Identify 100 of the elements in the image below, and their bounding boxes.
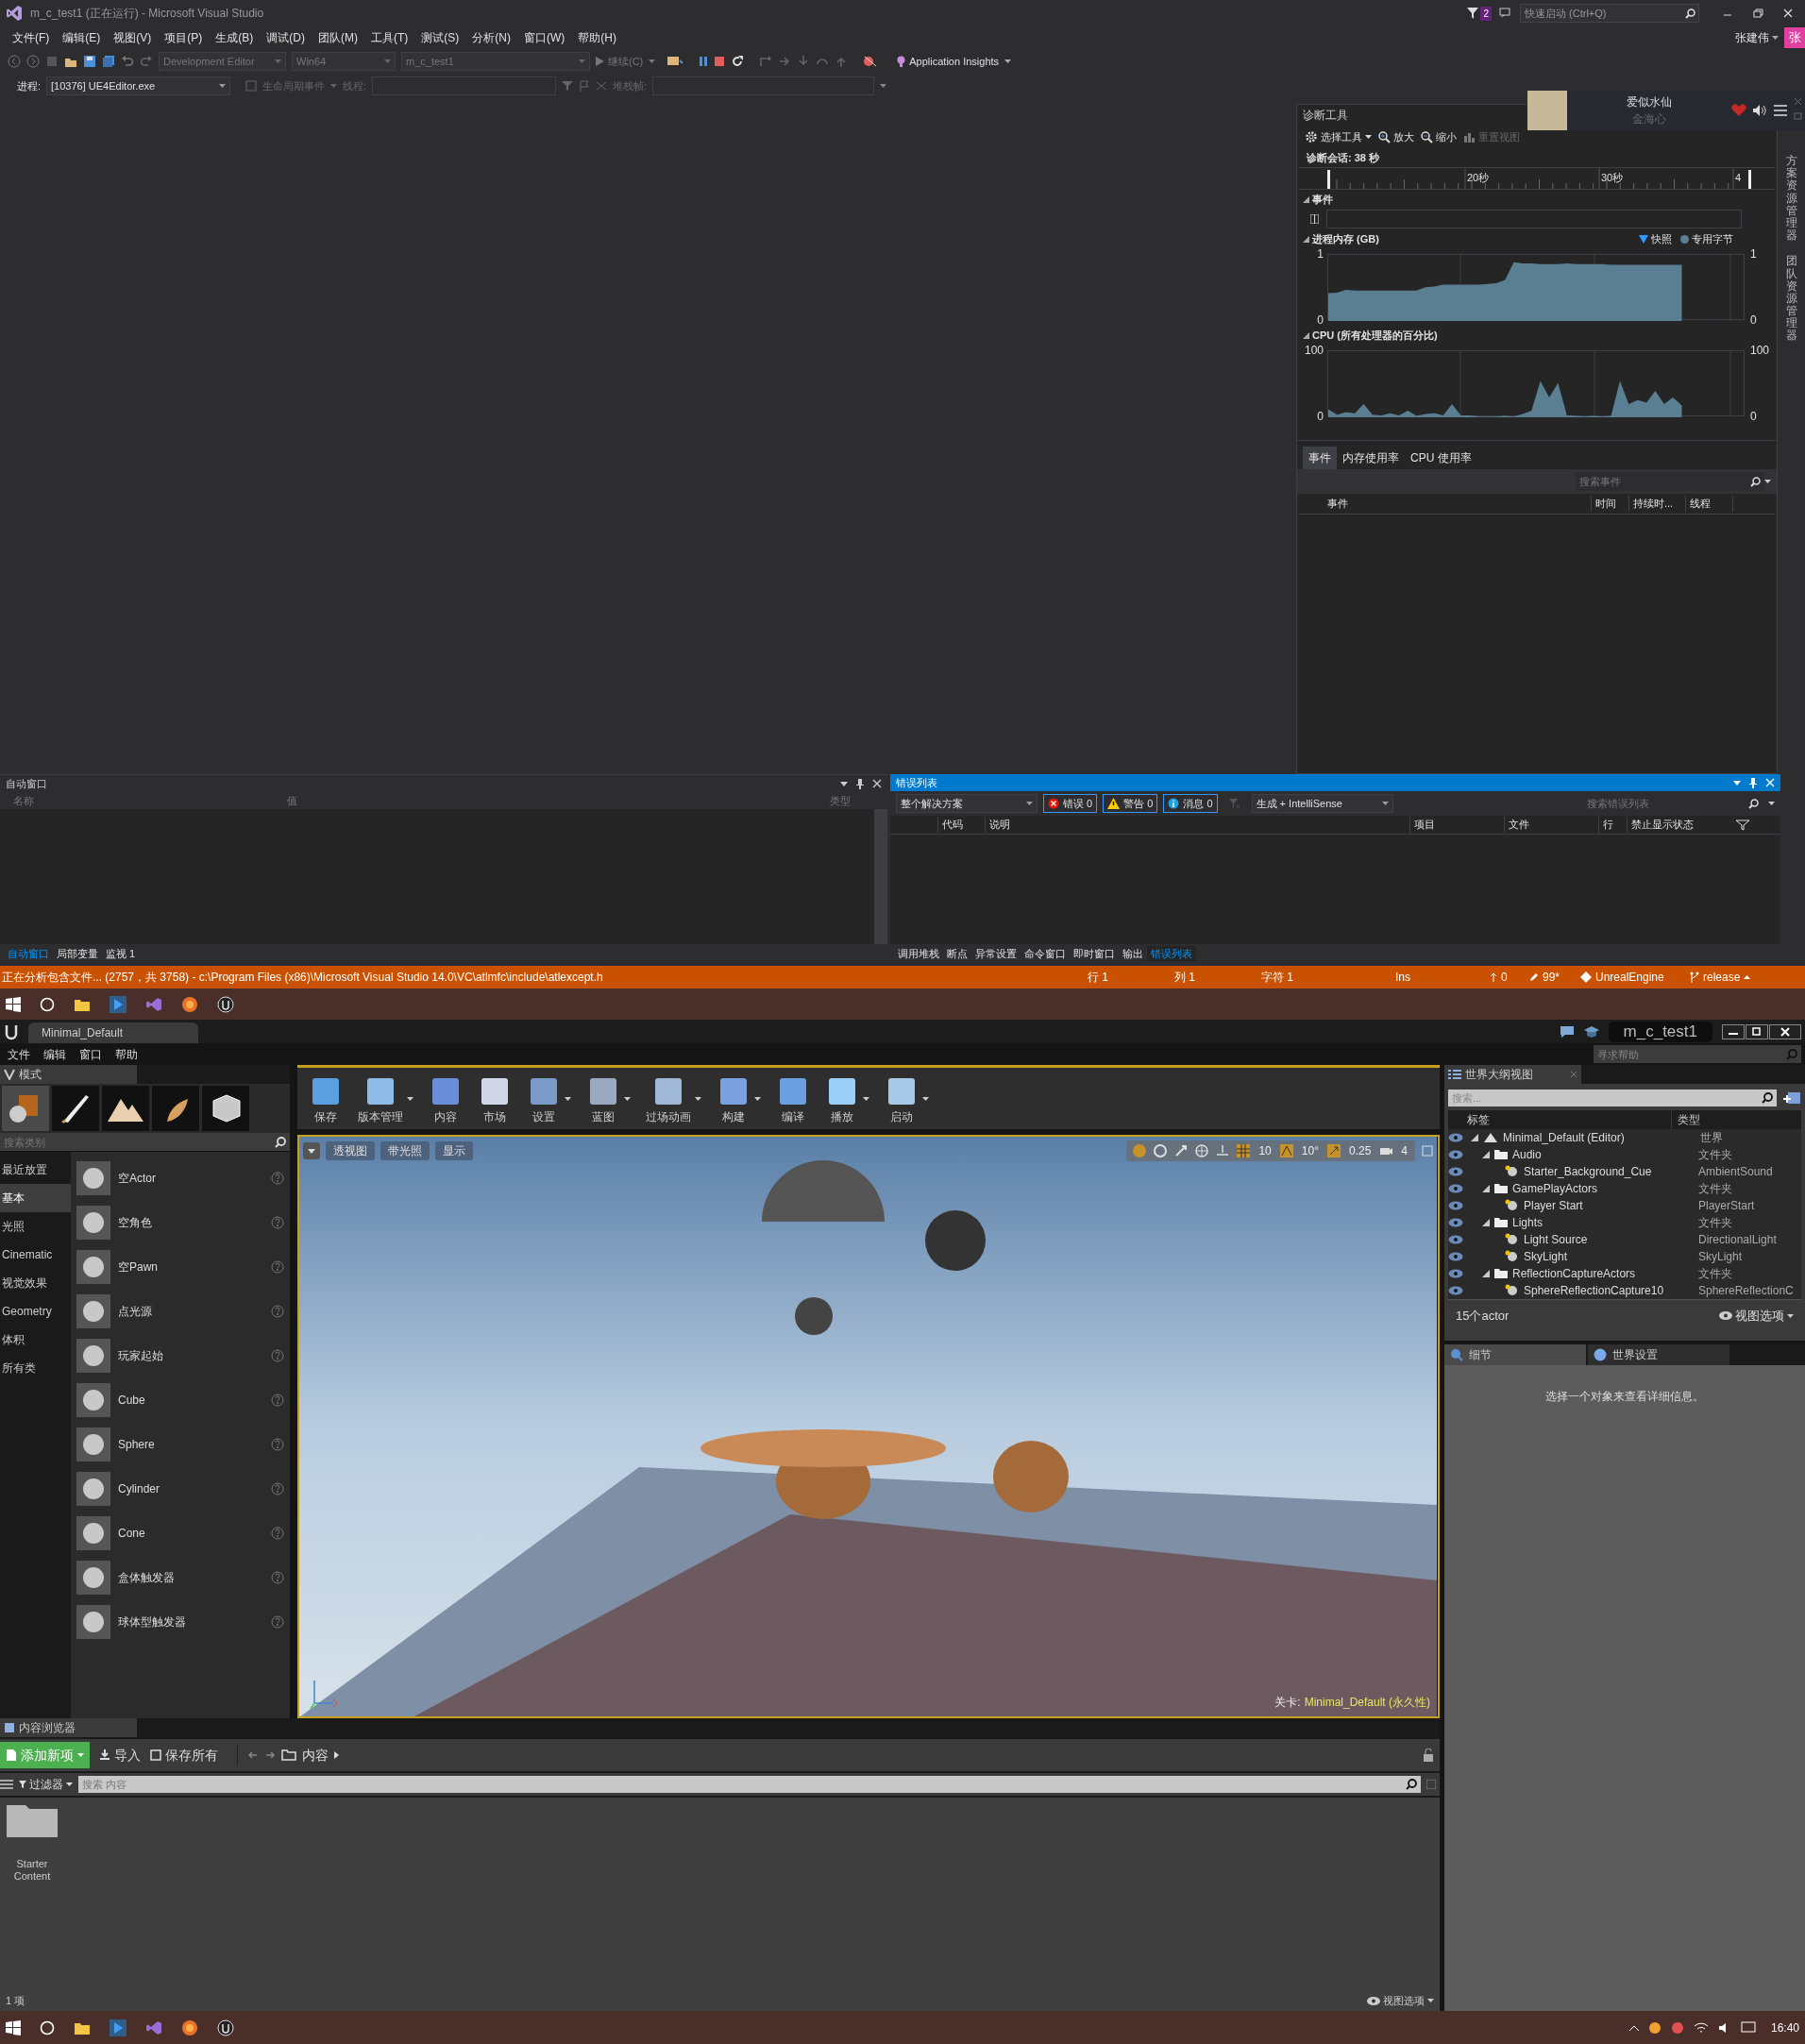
vs-logo-icon[interactable]: [145, 996, 162, 1012]
category-tab[interactable]: 所有类: [0, 1354, 71, 1382]
tray-app-icon[interactable]: [1647, 2020, 1662, 2035]
save-all-icon[interactable]: [102, 55, 115, 68]
menu-item[interactable]: 生成(B): [209, 29, 261, 46]
snap-value[interactable]: 10°: [1299, 1142, 1321, 1159]
place-mode-icon[interactable]: [2, 1086, 49, 1131]
visibility-eye-icon[interactable]: [1448, 1252, 1463, 1261]
globe-icon[interactable]: [1194, 1143, 1210, 1158]
placeable-item[interactable]: 点光源: [71, 1289, 290, 1333]
help-icon[interactable]: [271, 1348, 284, 1362]
quick-launch-field[interactable]: 快速启动 (Ctrl+Q): [1520, 4, 1699, 23]
process-dropdown[interactable]: [10376] UE4Editor.exe: [46, 76, 231, 95]
category-tab[interactable]: 最近放置: [0, 1156, 71, 1184]
placeable-item[interactable]: 空角色: [71, 1200, 290, 1244]
sources-panel-icon[interactable]: [0, 1779, 13, 1790]
placeable-item[interactable]: Cone: [71, 1511, 290, 1555]
visibility-eye-icon[interactable]: [1448, 1218, 1463, 1227]
outliner-item-label[interactable]: Lights: [1512, 1214, 1695, 1231]
visibility-eye-icon[interactable]: [1448, 1286, 1463, 1295]
add-folder-icon[interactable]: [1782, 1090, 1801, 1106]
column-header[interactable]: 项目: [1409, 817, 1504, 833]
outliner-item-label[interactable]: GamePlayActors: [1512, 1180, 1695, 1197]
column-header[interactable]: 标签: [1448, 1111, 1672, 1128]
column-header[interactable]: 禁止显示状态: [1627, 817, 1730, 833]
help-icon[interactable]: [271, 1614, 284, 1629]
tab[interactable]: 自动窗口: [4, 945, 53, 962]
toolbar-button[interactable]: 蓝图: [579, 1070, 638, 1127]
import-button[interactable]: 导入: [99, 1745, 141, 1765]
placeable-item[interactable]: Sphere: [71, 1422, 290, 1466]
toolbar-button[interactable]: 过场动画: [638, 1070, 709, 1127]
visibility-eye-icon[interactable]: [1448, 1150, 1463, 1159]
cube-wireframe-icon[interactable]: [202, 1086, 249, 1131]
tab-title[interactable]: 模式: [19, 1066, 42, 1083]
visibility-eye-icon[interactable]: [1448, 1269, 1463, 1278]
category-tab[interactable]: 基本: [0, 1184, 71, 1212]
help-icon[interactable]: [271, 1526, 284, 1540]
help-icon[interactable]: [271, 1171, 284, 1185]
help-icon[interactable]: [271, 1437, 284, 1451]
menu-item[interactable]: 团队(M): [312, 29, 364, 46]
toolbar-button[interactable]: 编译: [768, 1070, 818, 1127]
repository-name[interactable]: UnrealEngine: [1595, 969, 1690, 986]
folder-item[interactable]: Starter Content: [4, 1801, 60, 1986]
filter-icon[interactable]: [562, 80, 574, 92]
restart-icon[interactable]: [731, 55, 745, 68]
tab[interactable]: 调用堆栈: [894, 945, 943, 962]
placeable-item[interactable]: 空Pawn: [71, 1244, 290, 1289]
user-avatar[interactable]: 张: [1784, 27, 1805, 48]
path-breadcrumb[interactable]: 内容: [237, 1745, 339, 1765]
menu-item[interactable]: 帮助(H): [571, 29, 623, 46]
level-tab[interactable]: Minimal_Default: [28, 1022, 198, 1043]
tab[interactable]: 异常设置: [971, 945, 1021, 962]
tab[interactable]: 事件: [1303, 447, 1337, 469]
vertical-scrollbar[interactable]: [874, 809, 887, 944]
view-options-button[interactable]: 视图选项: [1719, 1306, 1794, 1326]
stop-icon[interactable]: [714, 56, 726, 67]
tab[interactable]: 细节: [1444, 1344, 1586, 1365]
snap-value[interactable]: 10: [1257, 1142, 1274, 1159]
column-header[interactable]: 说明: [985, 817, 1409, 833]
outliner-item-label[interactable]: SkyLight: [1524, 1248, 1695, 1265]
tab[interactable]: 错误列表: [1147, 945, 1196, 962]
breakpoints-icon[interactable]: [863, 55, 879, 68]
menu-item[interactable]: 帮助: [110, 1045, 143, 1063]
side-tab[interactable]: 方案资源管理器: [1785, 155, 1797, 243]
filter-toggle-button[interactable]: 警告 0: [1103, 794, 1158, 813]
menu-item[interactable]: 编辑(E): [56, 29, 108, 46]
filters-button[interactable]: 过滤器: [19, 1776, 73, 1793]
tab[interactable]: 世界设置: [1588, 1344, 1729, 1365]
placeable-item[interactable]: 空Actor: [71, 1156, 290, 1200]
outliner-item-label[interactable]: ReflectionCaptureActors: [1512, 1265, 1695, 1282]
save-search-icon[interactable]: [1426, 1780, 1436, 1789]
user-name[interactable]: 张建伟: [1735, 29, 1769, 46]
tray-app-icon[interactable]: [1670, 2020, 1684, 2035]
find-icon[interactable]: [666, 55, 684, 68]
breadcrumb-item[interactable]: 内容: [302, 1745, 329, 1765]
placeable-item[interactable]: 球体型触发器: [71, 1599, 290, 1644]
scale-icon[interactable]: [1173, 1143, 1189, 1158]
menu-item[interactable]: 编辑: [38, 1045, 72, 1063]
surface-snap-icon[interactable]: [1215, 1143, 1231, 1158]
scope-dropdown[interactable]: 整个解决方案: [896, 794, 1037, 813]
filter-toggle-button[interactable]: 错误 0: [1043, 794, 1098, 813]
placeable-item[interactable]: Cube: [71, 1377, 290, 1422]
funnel-icon[interactable]: [1736, 819, 1749, 831]
filter-toggle-button[interactable]: 消息 0: [1163, 794, 1218, 813]
save-all-button[interactable]: 保存所有: [150, 1745, 218, 1765]
menu-item[interactable]: 文件: [2, 1045, 36, 1063]
dropdown-arrow-icon[interactable]: [840, 781, 848, 786]
tab[interactable]: 断点: [943, 945, 971, 962]
windows-logo-icon[interactable]: [6, 2019, 21, 2036]
close-icon[interactable]: [1769, 1023, 1801, 1039]
search-field[interactable]: 搜索事件: [1576, 472, 1764, 491]
toolbar-button[interactable]: 内容: [421, 1070, 470, 1127]
lock-icon[interactable]: [1423, 1748, 1434, 1762]
menu-item[interactable]: 分析(N): [465, 29, 517, 46]
leaf-icon[interactable]: [152, 1086, 199, 1131]
column-header[interactable]: 事件: [1299, 496, 1592, 512]
viewport-option-button[interactable]: 透视图: [326, 1141, 375, 1160]
visibility-eye-icon[interactable]: [1448, 1201, 1463, 1210]
menu-item[interactable]: 视图(V): [107, 29, 159, 46]
column-header[interactable]: 线程: [1686, 496, 1733, 512]
